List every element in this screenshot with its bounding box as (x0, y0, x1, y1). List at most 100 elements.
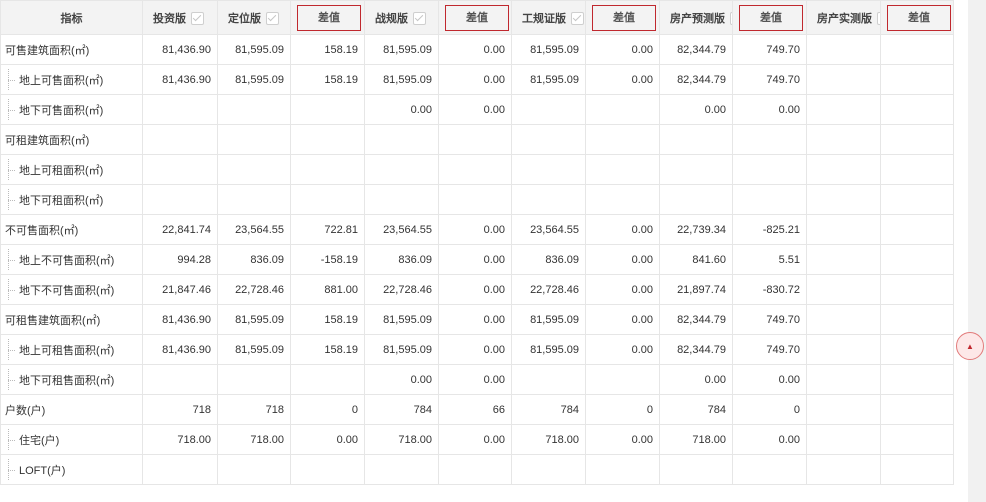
table-cell: 749.70 (732, 34, 807, 65)
table-cell (806, 244, 881, 275)
child-indicator-label: 地上可租售面积(㎡) (0, 334, 143, 365)
version-header-investment: 投资版 (142, 0, 218, 35)
table-cell (806, 214, 881, 245)
diff-column-header: 差值 (732, 0, 807, 35)
table-cell: 23,564.55 (217, 214, 291, 245)
table-cell (364, 124, 439, 155)
table-cell: 718.00 (217, 424, 291, 455)
table-cell: 718.00 (659, 424, 733, 455)
table-cell (880, 424, 954, 455)
table-cell: 158.19 (290, 304, 365, 335)
indicator-label: 可租建筑面积(㎡) (0, 124, 143, 155)
table-cell (880, 304, 954, 335)
table-cell: 881.00 (290, 274, 365, 305)
child-indicator-label: 地上可租面积(㎡) (0, 154, 143, 185)
table-cell (290, 154, 365, 185)
table-cell: 5.51 (732, 244, 807, 275)
diff-label: 差值 (297, 4, 361, 31)
diff-label: 差值 (445, 4, 509, 31)
table-cell: 81,595.09 (217, 64, 291, 95)
vertical-scrollbar[interactable] (968, 0, 986, 502)
table-header-row: 指标 投资版 定位版 差值 战规版 差值 工规证版 差值 房产预测版 差值 房产… (0, 0, 954, 35)
table-cell (880, 274, 954, 305)
table-cell (142, 454, 218, 485)
table-cell (880, 244, 954, 275)
table-cell (659, 184, 733, 215)
table-cell: 784 (364, 394, 439, 425)
diff-column-header: 差值 (880, 0, 954, 35)
table-cell (880, 214, 954, 245)
table-cell: 0.00 (438, 34, 512, 65)
table-cell (217, 94, 291, 125)
table-cell (880, 94, 954, 125)
diff-label: 差值 (739, 4, 803, 31)
table-cell: 158.19 (290, 64, 365, 95)
indicator-label: 户数(户) (0, 394, 143, 425)
table-cell: 22,728.46 (364, 274, 439, 305)
version-checkbox[interactable] (191, 12, 204, 26)
version-checkbox[interactable] (266, 12, 279, 26)
table-cell: 0.00 (438, 424, 512, 455)
table-cell: 0.00 (438, 94, 512, 125)
table-cell (511, 154, 586, 185)
child-indicator-label: 地下可租面积(㎡) (0, 184, 143, 215)
version-label: 定位版 (228, 12, 261, 25)
table-cell: 0.00 (438, 364, 512, 395)
table-cell: 749.70 (732, 304, 807, 335)
table-cell (142, 154, 218, 185)
table-cell (364, 154, 439, 185)
table-cell (585, 364, 660, 395)
table-cell (806, 94, 881, 125)
version-checkbox[interactable] (877, 12, 880, 26)
table-cell (806, 64, 881, 95)
table-cell: 784 (511, 394, 586, 425)
table-cell: 0.00 (732, 424, 807, 455)
table-row: 地下可租售面积(㎡) 0.00 0.00 0.00 0.00 (0, 364, 954, 395)
table-cell: 718.00 (142, 424, 218, 455)
table-cell (806, 274, 881, 305)
table-cell (806, 334, 881, 365)
table-cell (438, 454, 512, 485)
table-row: 住宅(户) 718.00 718.00 0.00 718.00 0.00 718.00 0.0… (0, 424, 954, 455)
table-cell: -830.72 (732, 274, 807, 305)
child-indicator-label: 地下不可售面积(㎡) (0, 274, 143, 305)
version-checkbox[interactable] (413, 12, 426, 26)
table-cell: 0.00 (364, 94, 439, 125)
table-cell (511, 454, 586, 485)
table-cell: 81,595.09 (364, 34, 439, 65)
table-cell (585, 454, 660, 485)
table-cell (511, 184, 586, 215)
table-cell: 23,564.55 (511, 214, 586, 245)
table-cell (732, 124, 807, 155)
table-cell: 22,841.74 (142, 214, 218, 245)
table-cell: 158.19 (290, 34, 365, 65)
diff-column-header: 差值 (585, 0, 660, 35)
table-cell: 0.00 (585, 214, 660, 245)
table-cell: 81,595.09 (217, 34, 291, 65)
diff-label: 差值 (592, 4, 656, 31)
table-cell: 784 (659, 394, 733, 425)
back-to-top-button[interactable]: ▲ (956, 332, 984, 360)
table-cell: 749.70 (732, 334, 807, 365)
table-cell (217, 454, 291, 485)
comparison-table-container: 指标 投资版 定位版 差值 战规版 差值 工规证版 差值 房产预测版 差值 房产… (0, 0, 966, 485)
table-row: LOFT(户) (0, 454, 954, 485)
table-cell (142, 124, 218, 155)
table-cell (659, 124, 733, 155)
table-cell: 0.00 (732, 364, 807, 395)
table-cell: -158.19 (290, 244, 365, 275)
indicator-label: 不可售面积(㎡) (0, 214, 143, 245)
table-cell (880, 154, 954, 185)
table-cell (659, 454, 733, 485)
table-cell (806, 454, 881, 485)
caret-up-icon: ▲ (966, 341, 974, 351)
table-cell: 81,595.09 (217, 334, 291, 365)
table-cell: 81,595.09 (364, 64, 439, 95)
version-label: 房产预测版 (670, 12, 725, 25)
table-row: 地上不可售面积(㎡) 994.28 836.09 -158.19 836.09 0.00 8… (0, 244, 954, 275)
version-label: 工规证版 (522, 12, 566, 25)
table-cell: 0 (585, 394, 660, 425)
table-cell (880, 34, 954, 65)
table-cell (290, 454, 365, 485)
version-checkbox[interactable] (571, 12, 584, 26)
